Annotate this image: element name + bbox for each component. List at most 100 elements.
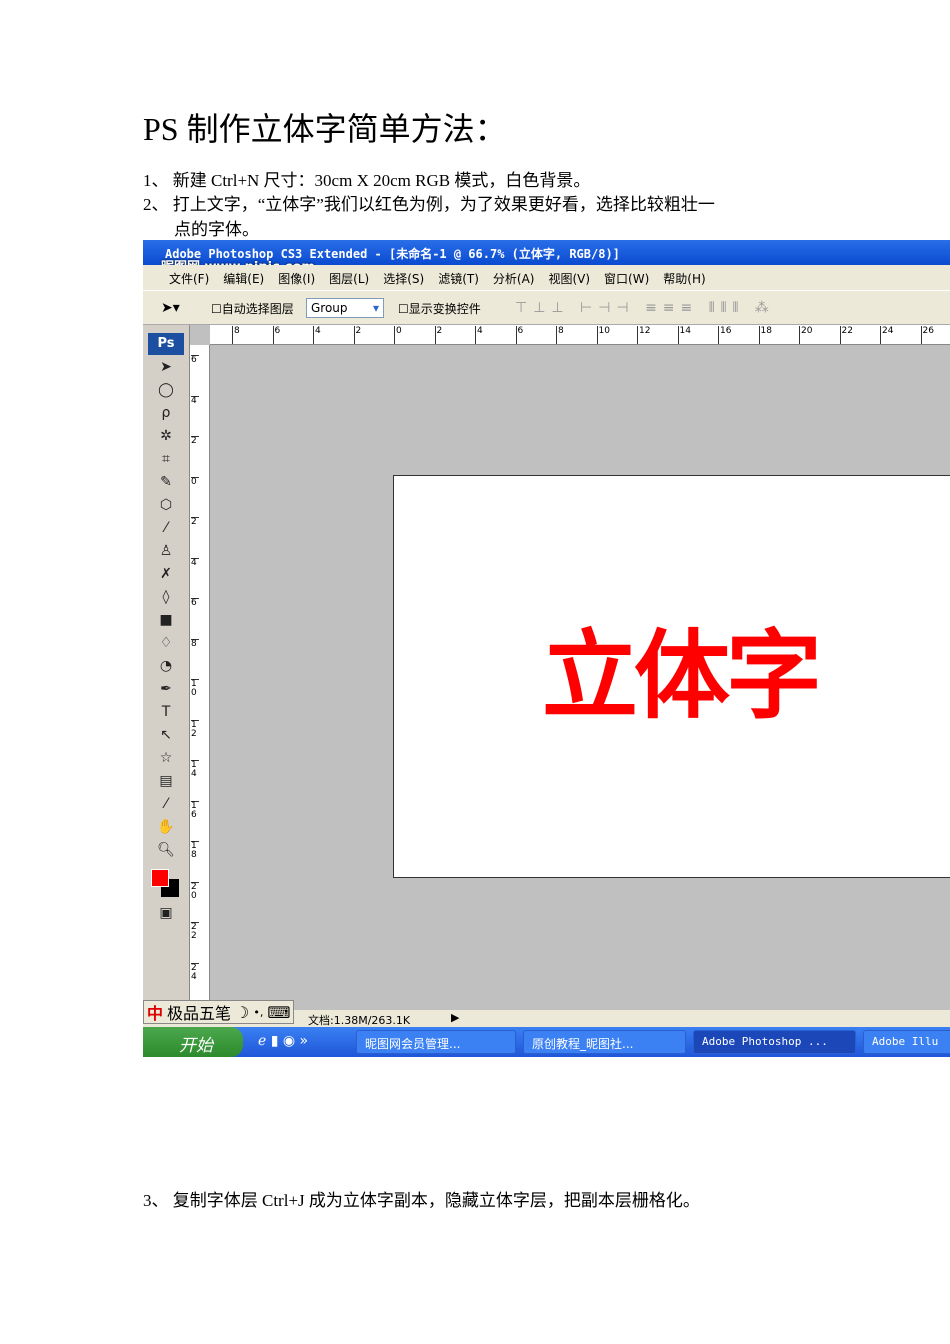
history-brush-icon[interactable]: ✗ <box>143 566 189 589</box>
magic-wand-icon[interactable]: ✲ <box>143 428 189 451</box>
menu-bar: 文件(F) 编辑(E) 图像(I) 图层(L) 选择(S) 滤镜(T) 分析(A… <box>143 265 950 290</box>
ruler-tick: 20 <box>799 326 812 344</box>
menu-filter[interactable]: 滤镜(T) <box>438 270 479 290</box>
ruler-tick: 0 <box>191 476 199 487</box>
ruler-tick: 4 <box>191 395 199 406</box>
ruler-tick: 18 <box>191 841 199 860</box>
step-2: 2、 打上文字，“立体字”我们以红色为例，为了效果更好看，选择比较粗壮一 <box>143 195 715 214</box>
notes-tool-icon[interactable]: ▤ <box>143 773 189 796</box>
slice-tool-icon[interactable]: ✎ <box>143 474 189 497</box>
chevron-down-icon: ▾ <box>372 301 379 315</box>
task-item[interactable]: 原创教程_昵图社... <box>523 1030 686 1054</box>
ime-name: 极品五笔 <box>167 1004 232 1023</box>
step-1: 1、 新建 Ctrl+N 尺寸：30cm X 20cm RGB 模式，白色背景。 <box>143 171 591 190</box>
ruler-tick: 12 <box>637 326 650 344</box>
start-button[interactable]: 开始 <box>143 1027 243 1057</box>
ruler-tick: 4 <box>475 326 483 344</box>
quick-mask-icon[interactable]: ▣ <box>143 905 189 928</box>
stamp-tool-icon[interactable]: ♙ <box>143 543 189 566</box>
ruler-tick: 14 <box>191 760 199 779</box>
zoom-tool-icon[interactable]: 🔍︎ <box>143 842 189 865</box>
doc-size: 文档:1.38M/263.1K <box>308 1014 411 1027</box>
ruler-tick: 2 <box>191 436 199 446</box>
menu-edit[interactable]: 编辑(E) <box>223 270 264 290</box>
eyedropper-icon[interactable]: ⁄ <box>143 796 189 819</box>
ps-logo: Ps <box>148 333 184 355</box>
ruler-tick: 4 <box>313 326 321 344</box>
keyboard-icon[interactable]: ⌨ <box>267 1003 290 1022</box>
auto-select-checkbox[interactable]: ☐自动选择图层 <box>211 300 294 317</box>
toolbox: Ps ➤ ◯ ρ ✲ ⌗ ✎ ⬡ ⁄ ♙ ✗ ◊ ■ ♢ ◔ ✒ T ↖ ☆ ▤… <box>143 325 190 1010</box>
document-canvas[interactable]: 立体字 <box>393 475 950 878</box>
gradient-tool-icon[interactable]: ■ <box>143 612 189 635</box>
eraser-tool-icon[interactable]: ◊ <box>143 589 189 612</box>
taskbar: 开始 ℯ ▮ ◉ » 昵图网会员管理... 原创教程_昵图社... Adobe … <box>143 1027 950 1057</box>
task-item[interactable]: Adobe Illu <box>863 1030 950 1054</box>
task-item-active[interactable]: Adobe Photoshop ... <box>693 1030 856 1054</box>
menu-file[interactable]: 文件(F) <box>169 270 209 290</box>
ruler-tick: 20 <box>191 881 199 901</box>
ruler-tick: 22 <box>191 922 199 941</box>
menu-view[interactable]: 视图(V) <box>548 270 590 290</box>
ruler-tick: 2 <box>191 517 199 527</box>
ime-moon-icon[interactable]: ☽ <box>235 1003 249 1022</box>
ruler-tick: 8 <box>232 326 240 344</box>
ruler-tick: 8 <box>556 326 564 344</box>
menu-image[interactable]: 图像(I) <box>278 270 315 290</box>
ruler-tick: 6 <box>272 326 280 344</box>
ruler-tick: 24 <box>191 962 199 982</box>
ruler-tick: 16 <box>191 800 199 820</box>
show-transform-checkbox[interactable]: ☐显示变换控件 <box>398 300 481 317</box>
ruler-tick: 8 <box>191 638 199 649</box>
ruler-tick: 10 <box>596 326 610 344</box>
ruler-tick: 26 <box>920 326 934 344</box>
show-transform-label: 显示变换控件 <box>408 302 481 316</box>
menu-help[interactable]: 帮助(H) <box>663 270 705 290</box>
status-arrow-icon[interactable]: ▶ <box>451 1011 459 1024</box>
ruler-tick: 24 <box>880 326 893 344</box>
document-title: PS 制作立体字简单方法： <box>143 111 507 147</box>
ruler-tick: 0 <box>394 326 402 344</box>
group-value: Group <box>311 301 348 315</box>
ruler-tick: 16 <box>718 326 731 344</box>
group-select[interactable]: Group ▾ <box>306 298 384 318</box>
hand-tool-icon[interactable]: ✋ <box>143 819 189 842</box>
menu-analysis[interactable]: 分析(A) <box>493 270 535 290</box>
shape-tool-icon[interactable]: ☆ <box>143 750 189 773</box>
vertical-ruler: 6 4 2 0 2 4 6 8 10 12 14 16 18 20 22 24 <box>190 345 210 1005</box>
marquee-tool-icon[interactable]: ◯ <box>143 382 189 405</box>
ruler-tick: 4 <box>191 557 199 568</box>
pen-tool-icon[interactable]: ✒ <box>143 681 189 704</box>
step-2-cont: 点的字体。 <box>174 220 259 239</box>
type-tool-icon[interactable]: T <box>143 704 189 727</box>
ruler-tick: 6 <box>515 326 523 344</box>
ime-bar[interactable]: 中 极品五笔 ☽ •, ⌨ <box>143 1000 295 1024</box>
menu-window[interactable]: 窗口(W) <box>604 270 649 290</box>
auto-select-label: 自动选择图层 <box>221 302 294 316</box>
ruler-tick: 22 <box>839 326 853 344</box>
photoshop-screenshot: Adobe Photoshop CS3 Extended - [未命名-1 @ … <box>143 240 950 1057</box>
options-bar: ➤▾ ☐自动选择图层 Group ▾ ☐显示变换控件 ⊤⊥⊥ ⊢⊣⊣ ≡≡≡ ⫴… <box>143 290 950 325</box>
dodge-tool-icon[interactable]: ◔ <box>143 658 189 681</box>
blur-tool-icon[interactable]: ♢ <box>143 635 189 658</box>
ime-punct-icon[interactable]: •, <box>253 1006 263 1019</box>
healing-tool-icon[interactable]: ⬡ <box>143 497 189 520</box>
step-3: 3、 复制字体层 Ctrl+J 成为立体字副本，隐藏立体字层，把副本层栅格化。 <box>143 1191 700 1210</box>
menu-select[interactable]: 选择(S) <box>383 270 424 290</box>
path-select-icon[interactable]: ↖ <box>143 727 189 750</box>
menu-layer[interactable]: 图层(L) <box>329 270 369 290</box>
move-tool-icon[interactable]: ➤▾ <box>161 300 180 316</box>
lasso-tool-icon[interactable]: ρ <box>143 405 189 428</box>
move-tool-icon[interactable]: ➤ <box>143 359 189 382</box>
quicklaunch-icons[interactable]: ℯ ▮ ◉ » <box>258 1033 308 1049</box>
color-swatches[interactable] <box>143 865 189 905</box>
brush-tool-icon[interactable]: ⁄ <box>143 520 189 543</box>
crop-tool-icon[interactable]: ⌗ <box>143 451 189 474</box>
ruler-tick: 6 <box>191 598 199 608</box>
ime-icon: 中 <box>147 1004 164 1023</box>
ruler-tick: 6 <box>191 355 199 365</box>
align-icons[interactable]: ⊤⊥⊥ ⊢⊣⊣ ≡≡≡ ⫴⫴⫴ ⁂ <box>515 300 775 316</box>
ruler-tick: 2 <box>353 326 361 344</box>
canvas-text: 立体字 <box>542 620 822 732</box>
task-item[interactable]: 昵图网会员管理... <box>356 1030 516 1054</box>
